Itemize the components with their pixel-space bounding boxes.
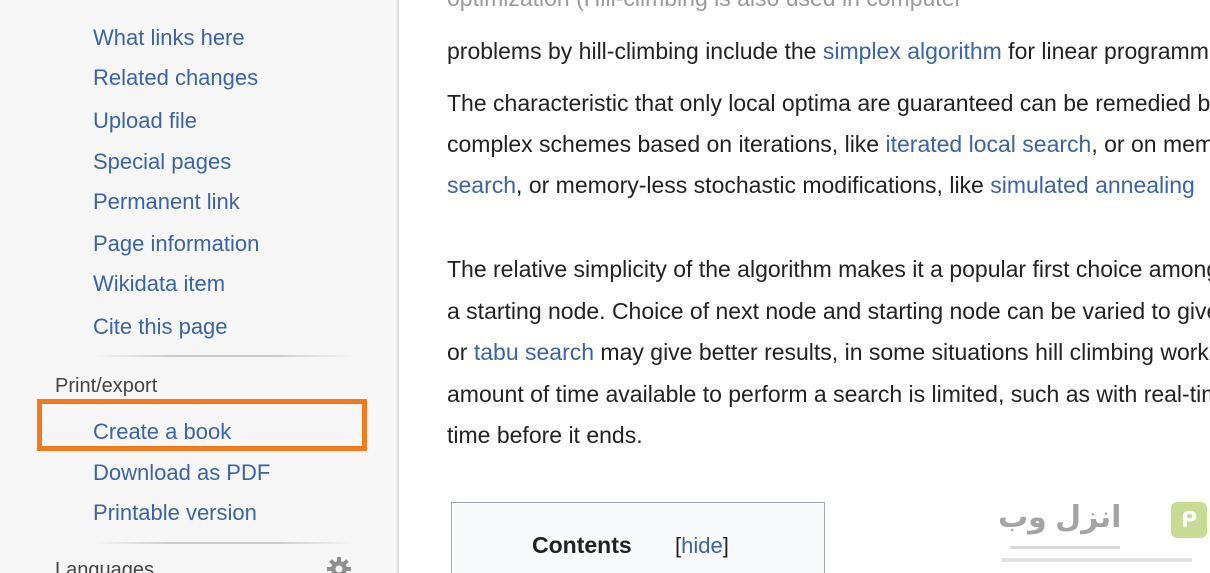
page: What links here Related changes Upload f… [0, 0, 1210, 573]
sidebar-item-upload-file[interactable]: Upload file [93, 108, 197, 134]
link-tabu-search[interactable]: tabu search [474, 339, 594, 365]
watermark-subline [1002, 558, 1192, 562]
article-text-line: The relative simplicity of the algorithm… [447, 256, 1210, 282]
sidebar-item-printable-version[interactable]: Printable version [93, 500, 257, 526]
sidebar-item-page-information[interactable]: Page information [93, 231, 259, 257]
link-search[interactable]: search [447, 172, 516, 198]
article-text-line: amount of time available to perform a se… [447, 381, 1210, 407]
text-span: or [447, 339, 474, 365]
text-span: for linear programming [1008, 38, 1210, 64]
sidebar-item-download-as-pdf[interactable]: Download as PDF [93, 460, 270, 486]
portlet-divider [93, 542, 355, 544]
article-text-line: complex schemes based on iterations, lik… [447, 130, 1210, 158]
sidebar-item-cite-this-page[interactable]: Cite this page [93, 314, 228, 340]
article-text-line: search, or memory-less stochastic modifi… [447, 171, 1195, 199]
sidebar-item-wikidata-item[interactable]: Wikidata item [93, 271, 225, 297]
text-span: , or memory-less stochastic modification… [516, 172, 991, 198]
portlet-divider [93, 355, 355, 357]
gear-icon[interactable] [326, 556, 352, 573]
languages-heading[interactable]: Languages [55, 558, 154, 573]
table-of-contents: Contents [hide] [451, 502, 825, 573]
sidebar-item-special-pages[interactable]: Special pages [93, 149, 231, 175]
text-span: , or on memory, like reactive [1091, 131, 1210, 157]
article-text-line: The characteristic that only local optim… [447, 90, 1210, 116]
sidebar-item-related-changes[interactable]: Related changes [93, 65, 258, 91]
sidebar-item-permanent-link[interactable]: Permanent link [93, 189, 240, 215]
article-text-line: or tabu search may give better results, … [447, 338, 1210, 366]
sidebar-item-what-links-here[interactable]: What links here [93, 25, 245, 51]
watermark-text: انزل وب [998, 501, 1122, 534]
toc-hide-link[interactable]: hide [681, 533, 723, 558]
link-iterated-local-search[interactable]: iterated local search [886, 131, 1092, 157]
link-simulated-annealing[interactable]: simulated annealing [990, 172, 1195, 198]
watermark-logo: انزل وب ᑭ [980, 498, 1210, 573]
toc-title: Contents [532, 532, 632, 558]
article-content: optimization (Hill-climbing is also used… [399, 0, 1210, 573]
sidebar: What links here Related changes Upload f… [0, 0, 398, 573]
print-export-heading[interactable]: Print/export [55, 374, 157, 398]
link-simplex-algorithm[interactable]: simplex algorithm [823, 38, 1002, 64]
watermark-badge: ᑭ [1171, 502, 1207, 538]
text-span: may give better results, in some situati… [594, 339, 1210, 365]
article-text-line: problems by hill-climbing include the si… [447, 37, 1210, 65]
toc-toggle: [hide] [675, 533, 729, 559]
article-text-line: time before it ends. [447, 422, 643, 448]
text-span: complex schemes based on iterations, lik… [447, 131, 886, 157]
sidebar-item-create-a-book[interactable]: Create a book [93, 419, 231, 445]
watermark-subline [1010, 546, 1120, 549]
article-text-line: optimization (Hill-climbing is also used… [447, 0, 962, 12]
text-span: problems by hill-climbing include the [447, 38, 823, 64]
toc-toggle-bracket: ] [722, 533, 729, 558]
article-text-line: a starting node. Choice of next node and… [447, 298, 1210, 324]
